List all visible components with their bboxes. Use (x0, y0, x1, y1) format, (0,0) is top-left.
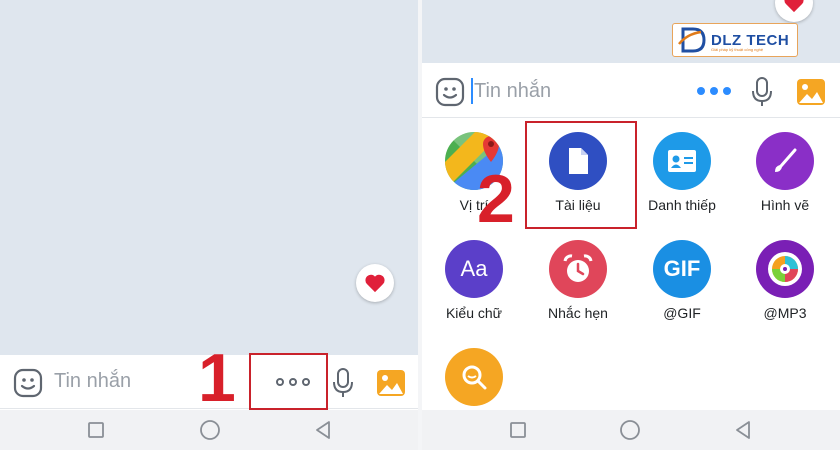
watermark-slogan: Giải pháp kỹ thuật công nghệ (711, 47, 764, 52)
emoji-icon[interactable] (13, 368, 43, 398)
back-icon[interactable] (732, 418, 756, 442)
grid-item-contact-card[interactable]: Danh thiếp (632, 118, 732, 216)
grid-label: Nhắc hẹn (548, 305, 608, 321)
contact-card-icon (653, 132, 711, 190)
grid-item-gif[interactable]: GIF @GIF (632, 226, 732, 324)
grid-label: @GIF (663, 305, 701, 321)
recent-apps-icon[interactable] (506, 418, 530, 442)
grid-label: Hình vẽ (760, 197, 810, 213)
recent-apps-icon[interactable] (84, 418, 108, 442)
image-icon[interactable] (376, 368, 406, 398)
more-dots-icon[interactable] (697, 84, 731, 98)
alarm-clock-icon (549, 240, 607, 298)
brush-icon (756, 132, 814, 190)
heart-icon[interactable] (356, 264, 394, 302)
step-number-1: 1 (198, 340, 236, 416)
back-icon[interactable] (312, 418, 336, 442)
android-nav-bar (0, 410, 418, 450)
grid-item-drawing[interactable]: Hình vẽ (735, 118, 835, 216)
emoji-icon[interactable] (435, 77, 465, 107)
right-screen: DLZ TECH Giải pháp kỹ thuật công nghệ Ti… (422, 0, 840, 450)
search-icon (445, 348, 503, 406)
watermark-brand: DLZ TECH (711, 31, 790, 49)
grid-item-reminder[interactable]: Nhắc hẹn (528, 226, 628, 324)
message-input[interactable]: Tin nhắn (474, 80, 551, 103)
image-icon[interactable] (796, 77, 826, 107)
grid-label: Kiểu chữ (445, 305, 503, 321)
highlight-box-step-2 (525, 121, 637, 229)
home-icon[interactable] (618, 418, 642, 442)
grid-item-text-style[interactable]: Aa Kiểu chữ (424, 226, 524, 324)
watermark-logo: DLZ TECH Giải pháp kỹ thuật công nghệ (672, 23, 798, 57)
microphone-icon[interactable] (750, 76, 774, 108)
grid-label: @MP3 (763, 305, 807, 321)
message-input[interactable]: Tin nhắn (54, 370, 131, 393)
highlight-box-step-1 (249, 353, 328, 410)
message-input-bar: Tin nhắn (422, 64, 840, 118)
gif-icon: GIF (653, 240, 711, 298)
step-number-2: 2 (477, 161, 515, 237)
text-caret (471, 78, 473, 104)
grid-item-mp3[interactable]: @MP3 (735, 226, 835, 324)
android-nav-bar (422, 410, 840, 450)
home-icon[interactable] (198, 418, 222, 442)
left-screen: Tin nhắn 1 (0, 0, 418, 450)
dlz-logo-icon (678, 27, 706, 53)
music-disc-icon (756, 240, 814, 298)
microphone-icon[interactable] (331, 367, 355, 399)
grid-label: Danh thiếp (648, 197, 716, 213)
chat-area (0, 0, 418, 355)
text-style-icon: Aa (445, 240, 503, 298)
